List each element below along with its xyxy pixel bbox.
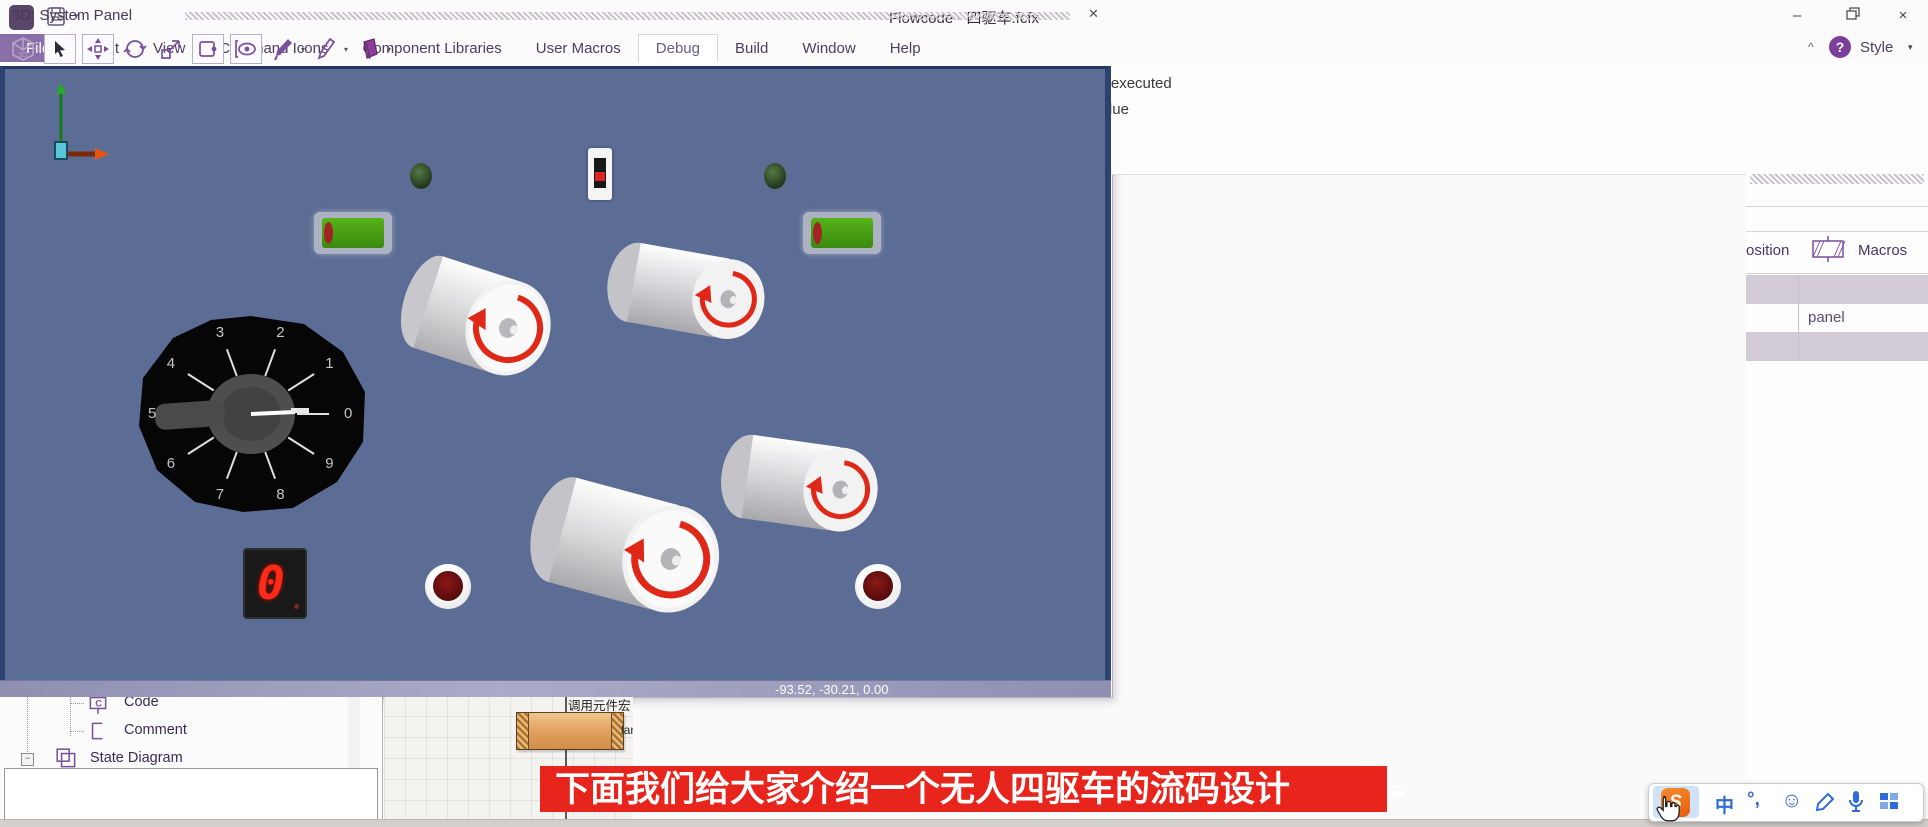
taskbar-strip [0, 819, 1928, 827]
solid-object-icon[interactable] [354, 35, 384, 63]
orbit-rotate-icon[interactable] [120, 35, 150, 63]
tree-item-label: State Diagram [90, 750, 183, 766]
battery-component[interactable] [803, 212, 881, 254]
tree-item-label: Comment [124, 722, 187, 738]
3d-panel-title-bar[interactable]: 3D: System Panel ✕ [0, 0, 1928, 32]
3d-panel-status-bar: -93.52, -30.21, 0.00 [0, 680, 1111, 697]
push-button-component[interactable] [425, 564, 471, 609]
resize-panel-icon[interactable] [156, 35, 186, 63]
push-button-component[interactable] [855, 564, 901, 609]
dial-number: 3 [216, 324, 224, 341]
pencil-tool-icon[interactable] [311, 35, 341, 63]
table-row-band [1746, 332, 1928, 361]
ime-language-toggle[interactable]: 中 [1715, 791, 1734, 818]
3d-system-panel-window[interactable]: 3D: System Panel ✕ 3D [0, 0, 1113, 698]
panel-drag-handle[interactable] [1750, 174, 1924, 184]
explorer-preview-box [4, 768, 378, 820]
pen-icon[interactable] [1815, 792, 1835, 817]
dial-number: 0 [344, 405, 352, 422]
3d-cube-icon: 3D [8, 35, 38, 63]
3d-panel-title: 3D: System Panel [12, 7, 132, 24]
help-icon[interactable]: ? [1829, 36, 1851, 58]
3d-panel-close-icon[interactable]: ✕ [1088, 6, 1099, 22]
keyboard-grid-icon[interactable] [1879, 792, 1899, 815]
motor-component[interactable] [711, 425, 891, 542]
position-header-fragment: osition [1746, 242, 1789, 259]
battery-component[interactable] [314, 212, 392, 254]
seven-segment-value: 0 [257, 556, 285, 610]
panel-row-label[interactable]: panel [1808, 309, 1845, 326]
ime-toolbar: S 中 °, ☺ [1648, 783, 1924, 822]
dial-number: 4 [167, 355, 175, 372]
dial-number: 9 [325, 455, 333, 472]
style-button[interactable]: Style [1860, 39, 1893, 56]
hand-cursor-icon [1655, 795, 1685, 827]
caret-down-icon[interactable]: ▾ [301, 45, 305, 54]
caret-down-icon[interactable]: ▾ [344, 45, 348, 54]
column-divider [1798, 275, 1799, 361]
flow-component-macro[interactable] [516, 712, 624, 750]
cursor-coordinates: -93.52, -30.21, 0.00 [775, 682, 888, 697]
component-macro-icon [1808, 236, 1848, 267]
3d-viewport[interactable]: 0 1 2 3 4 5 6 7 8 9 0 [0, 66, 1111, 680]
table-row-band [1746, 275, 1928, 304]
pan-icon[interactable] [82, 34, 114, 64]
dial-number: 5 [148, 405, 156, 422]
dial-number: 1 [325, 355, 333, 372]
macros-header[interactable]: Macros [1858, 242, 1907, 259]
3d-panel-toolbar: 3D ▾ ▾ [0, 32, 1928, 66]
subtitle-banner: 下面我们给大家介绍一个无人四驱车的流码设计 [540, 766, 1387, 812]
frame-target-icon[interactable] [192, 34, 224, 64]
select-cursor-icon[interactable] [44, 34, 76, 64]
collapse-ribbon-icon[interactable]: ^ [1808, 40, 1814, 54]
ime-punctuation-toggle[interactable]: °, [1747, 789, 1760, 811]
panel-drag-handle[interactable] [185, 12, 1070, 20]
svg-text:C: C [95, 698, 102, 708]
svg-text:3D: 3D [18, 52, 27, 59]
motor-component[interactable] [384, 242, 571, 398]
led-component[interactable] [410, 163, 432, 189]
seven-segment-display: 0 [243, 548, 307, 619]
cursor-dash [1390, 791, 1404, 796]
flowcode-window: ▾ Flowcode - 四驱车.fcfx – × FileEditViewCo… [0, 0, 1928, 827]
dial-number: 6 [167, 455, 175, 472]
properties-panel: osition Macros panel [1746, 62, 1928, 819]
dial-number: 2 [276, 324, 284, 341]
motor-component[interactable] [513, 461, 739, 634]
motor-component[interactable] [596, 232, 779, 352]
dial-number: 7 [216, 486, 224, 503]
comment-icon [86, 720, 110, 746]
macro-frag: lam [621, 723, 633, 737]
emoji-icon[interactable]: ☺ [1781, 789, 1802, 813]
slide-switch-component[interactable] [588, 148, 612, 200]
caret-down-icon[interactable]: ▾ [387, 45, 391, 54]
dial-number: 8 [276, 486, 284, 503]
led-component[interactable] [764, 163, 786, 189]
microphone-icon[interactable] [1847, 790, 1865, 819]
style-caret-icon[interactable]: ▾ [1908, 42, 1913, 53]
probe-tool-icon[interactable] [268, 35, 298, 63]
tree-collapse-icon[interactable]: − [21, 753, 34, 766]
rotary-switch-component[interactable]: 0 1 2 3 4 5 6 7 8 9 [133, 314, 369, 514]
eye-icon[interactable] [230, 34, 262, 64]
axis-gizmo-icon [47, 78, 119, 166]
